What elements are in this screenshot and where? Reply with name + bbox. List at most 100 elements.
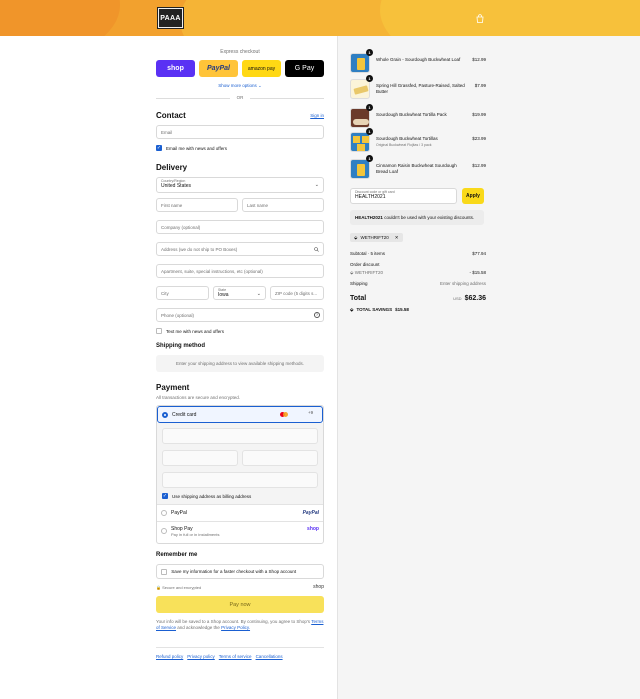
credit-card-option[interactable]: Credit card +9	[157, 406, 323, 423]
email-field[interactable]: Email	[156, 125, 324, 139]
shop-pay-button[interactable]: shop	[156, 60, 195, 77]
news-checkbox-row[interactable]: ✓ Email me with news and offers	[156, 145, 227, 151]
state-select[interactable]: State Iowa ⌄	[213, 286, 266, 300]
shopping-bag-icon[interactable]	[476, 14, 484, 23]
apartment-field[interactable]: Apartment, suite, special instructions, …	[156, 264, 324, 278]
billing-checkbox-row[interactable]: ✓ Use shipping address as billing addres…	[162, 493, 251, 499]
or-divider: OR	[156, 94, 324, 102]
shipping-method-title: Shipping method	[156, 343, 205, 349]
shop-pay-option[interactable]: Shop Pay Pay in full or in installments …	[157, 521, 323, 543]
discount-tag: ⬙ WETHRIFT20 ✕	[350, 233, 403, 242]
radio[interactable]	[161, 528, 167, 534]
discount-code-field[interactable]: Discount code or gift card HEALTH2021	[350, 188, 457, 204]
cart-item: 1 Cinnamon Raisin Buckwheat Sourdough Br…	[350, 155, 486, 181]
shipping-method-info: Enter your shipping address to view avai…	[156, 355, 324, 372]
item-price: $7.99	[474, 83, 486, 88]
phone-field[interactable]: Phone (optional) ?	[156, 308, 324, 322]
product-thumbnail	[350, 132, 370, 152]
quantity-badge: 1	[366, 128, 373, 135]
paypal-button[interactable]: PayPal	[199, 60, 238, 77]
shop-wordmark: shop	[313, 584, 324, 590]
country-value: United States	[161, 183, 192, 189]
product-thumbnail	[350, 79, 370, 99]
expiration-field[interactable]	[162, 450, 238, 466]
zip-field[interactable]: ZIP code (5 digits s...	[270, 286, 324, 300]
radio[interactable]	[161, 510, 167, 516]
footer-divider	[156, 647, 324, 648]
search-icon	[314, 247, 319, 252]
store-logo[interactable]: PAAA	[157, 7, 184, 29]
item-price: $19.99	[472, 112, 486, 117]
last-name-field[interactable]: Last name	[242, 198, 324, 212]
contact-title: Contact	[156, 111, 186, 120]
checkmark-icon[interactable]: ✓	[162, 493, 168, 499]
item-name: Sourdough Buckwheat Tortilla Pack	[376, 112, 447, 117]
state-value: Iowa	[218, 292, 229, 298]
express-checkout-title: Express checkout	[220, 49, 260, 55]
header-decoration	[0, 0, 120, 36]
checkmark-icon[interactable]: ✓	[156, 145, 162, 151]
secure-note: 🔒 Secure and encrypted	[156, 585, 202, 590]
legal-text: Your info will be saved to a Shop accoun…	[156, 619, 324, 630]
amazon-pay-button[interactable]: amazon pay	[242, 60, 281, 77]
tag-icon: ⬙	[354, 234, 358, 240]
phone-placeholder: Phone (optional)	[161, 313, 195, 318]
help-icon[interactable]: ?	[314, 312, 320, 318]
name-on-card-field[interactable]	[162, 472, 318, 488]
country-select[interactable]: Country/Region United States ⌄	[156, 177, 324, 193]
discount-value: HEALTH2021	[355, 194, 386, 200]
delivery-title: Delivery	[156, 163, 188, 172]
product-thumbnail	[350, 53, 370, 73]
item-name: Whole Grain - Sourdough Buckwheat Loaf	[376, 57, 461, 62]
apply-button[interactable]: Apply	[462, 188, 484, 204]
sign-in-link[interactable]: Sign in	[310, 113, 324, 118]
privacy-policy-link[interactable]: Privacy policy	[187, 654, 215, 659]
or-label: OR	[236, 95, 244, 100]
address-field[interactable]: Address (we do not ship to PO Boxes)	[156, 242, 324, 256]
billing-label: Use shipping address as billing address	[172, 493, 252, 499]
lock-icon: 🔒	[156, 585, 161, 590]
payment-subtitle: All transactions are secure and encrypte…	[156, 395, 241, 400]
order-summary: 1 Whole Grain - Sourdough Buckwheat Loaf…	[337, 36, 640, 699]
item-name: Spring Hill Grassfed, Pasture-Raised, Sa…	[376, 83, 465, 94]
item-name: Sourdough Buckwheat Tortillas Original B…	[376, 136, 466, 148]
more-cards-badge: +9	[308, 410, 314, 415]
checkbox[interactable]	[161, 569, 167, 575]
text-me-checkbox-row[interactable]: Text me with news and offers	[156, 328, 224, 334]
total-savings-row: ⬙ TOTAL SAVINGS $15.58	[350, 307, 409, 312]
save-info-option[interactable]: Save my information for a faster checkou…	[156, 564, 324, 579]
cancellations-link[interactable]: Cancellations	[256, 654, 283, 659]
order-discount-row: Order discount	[350, 262, 380, 267]
remove-icon[interactable]: ✕	[395, 235, 399, 241]
company-field[interactable]: Company (optional)	[156, 220, 324, 234]
paypal-option[interactable]: PayPal PayPal	[157, 504, 323, 521]
save-info-label: Save my information for a faster checkou…	[171, 569, 297, 575]
cart-item: 1 Sourdough Buckwheat Tortillas Original…	[350, 128, 486, 154]
item-price: $12.99	[472, 163, 486, 168]
mastercard-icon	[280, 412, 288, 417]
shop-pay-sub: Pay in full or in installments	[171, 532, 220, 537]
first-name-field[interactable]: First name	[156, 198, 238, 212]
remember-me-title: Remember me	[156, 552, 198, 558]
payment-methods: Credit card +9 ✓ Use shipping address as…	[156, 405, 324, 544]
google-pay-button[interactable]: G Pay	[285, 60, 324, 77]
show-more-options-link[interactable]: Show more options ⌄	[156, 83, 324, 89]
news-label: Email me with news and offers	[166, 145, 227, 151]
discount-error: HEALTH2021 couldn't be used with your ex…	[350, 210, 484, 225]
card-number-field[interactable]	[162, 428, 318, 444]
checkbox[interactable]	[156, 328, 162, 334]
credit-card-label: Credit card	[172, 411, 197, 418]
security-code-field[interactable]	[242, 450, 318, 466]
city-field[interactable]: City	[156, 286, 209, 300]
footer-links: Refund policy Privacy policy Terms of se…	[156, 654, 283, 659]
payment-title: Payment	[156, 383, 190, 392]
item-price: $23.99	[472, 136, 486, 141]
site-header: PAAA	[0, 0, 640, 36]
shop-privacy-link[interactable]: Privacy Policy.	[221, 625, 250, 630]
terms-of-service-link[interactable]: Terms of service	[219, 654, 252, 659]
product-thumbnail	[350, 159, 370, 179]
refund-policy-link[interactable]: Refund policy	[156, 654, 183, 659]
radio-selected[interactable]	[162, 411, 168, 418]
pay-now-button[interactable]: Pay now	[156, 596, 324, 613]
paypal-label: PayPal	[171, 510, 187, 516]
